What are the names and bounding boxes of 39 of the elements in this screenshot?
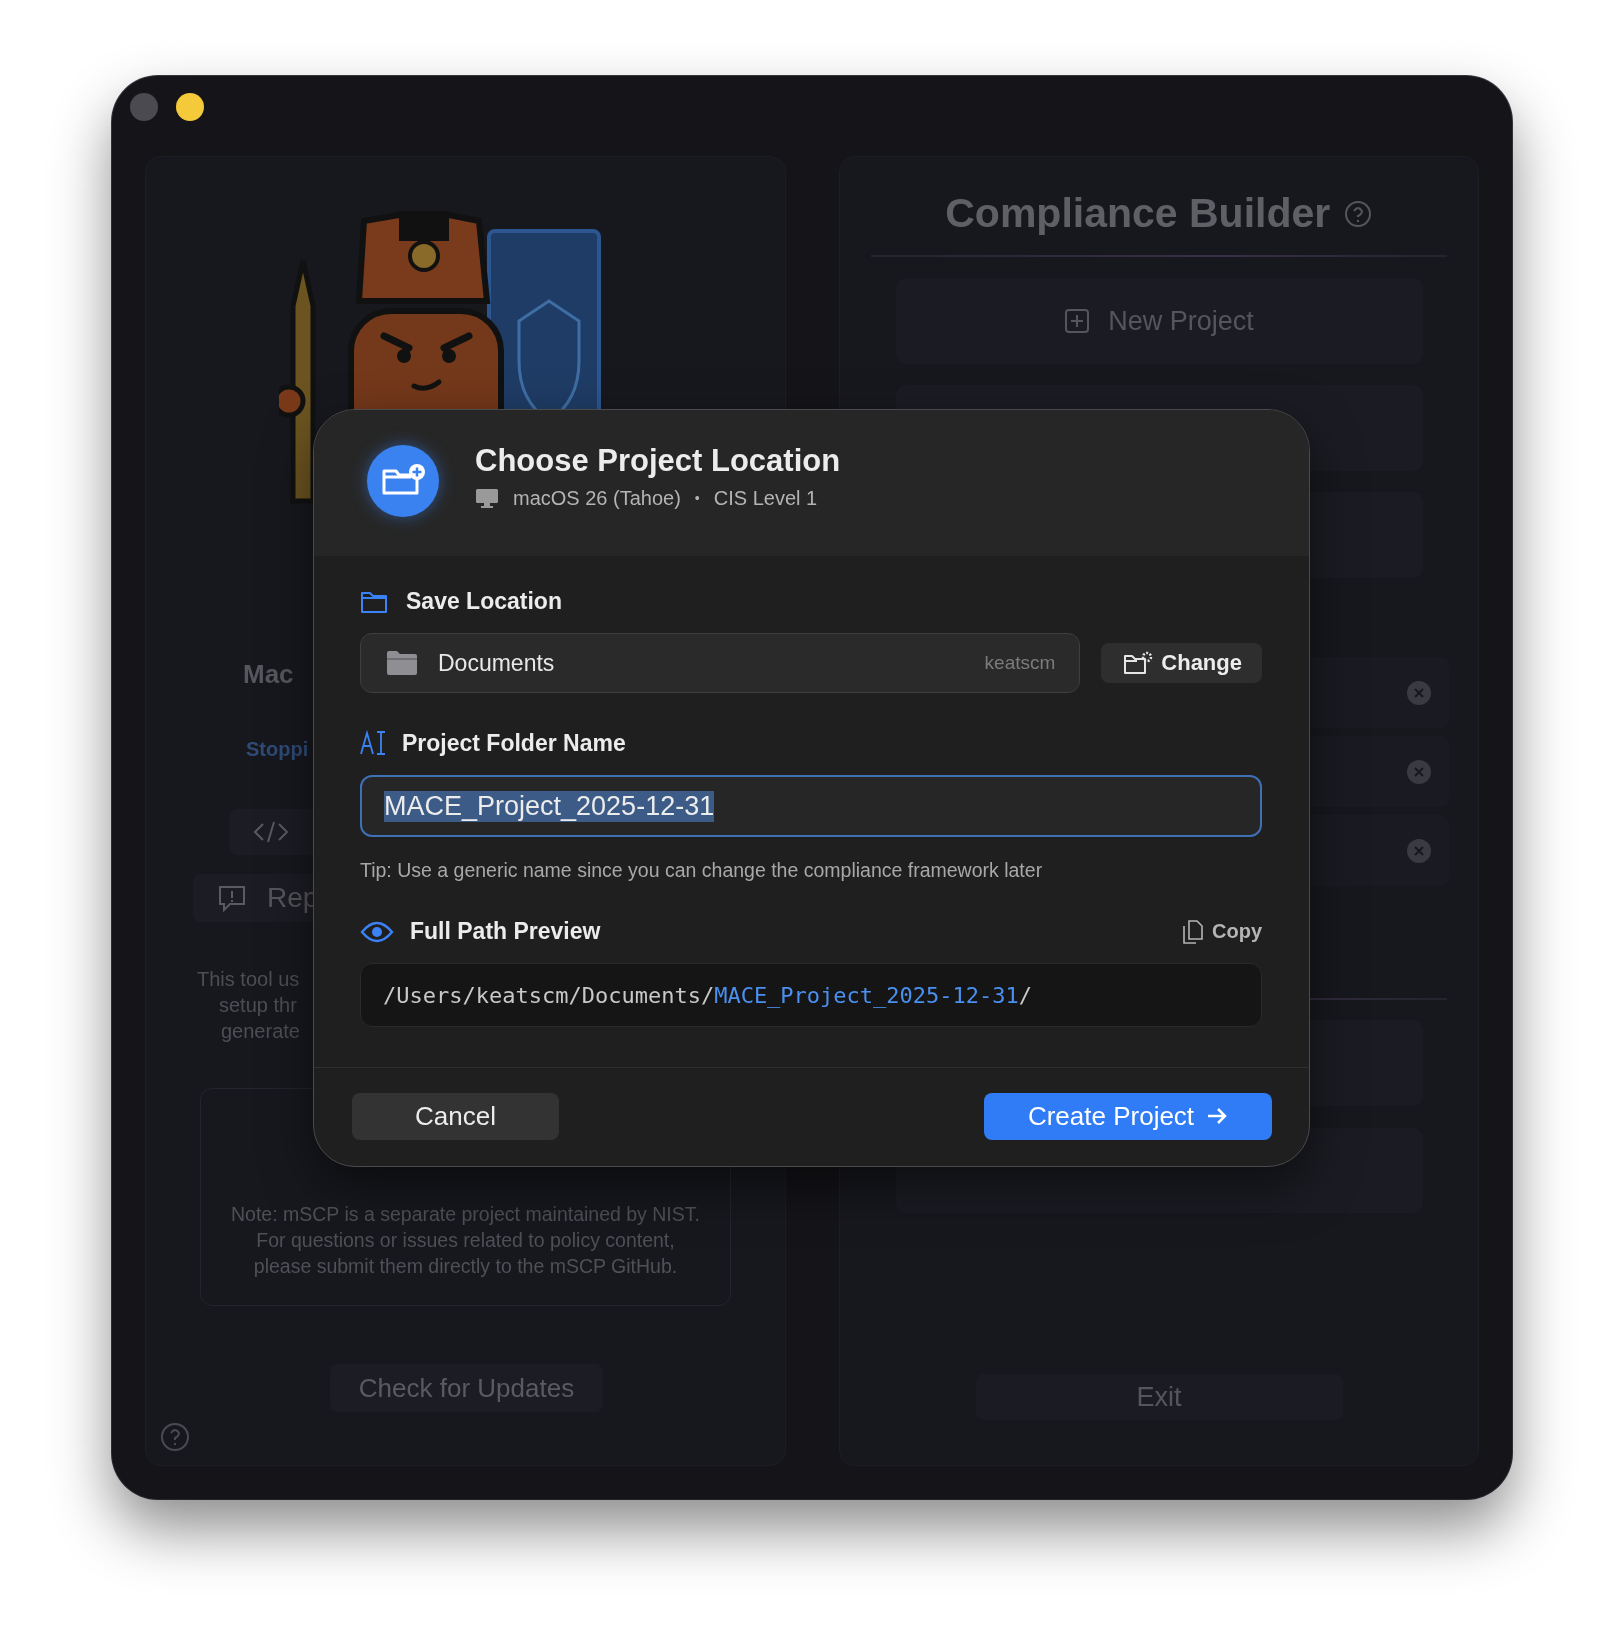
eye-icon [360, 920, 394, 943]
separator-dot: • [694, 490, 700, 506]
cancel-button[interactable]: Cancel [352, 1092, 559, 1140]
exit-button[interactable]: Exit [975, 1374, 1343, 1420]
check-updates-button[interactable]: Check for Updates [330, 1364, 603, 1412]
create-project-button[interactable]: Create Project [984, 1092, 1272, 1140]
speech-bubble-icon [217, 884, 247, 912]
remove-icon[interactable] [1405, 679, 1432, 706]
arrow-right-icon [1206, 1106, 1229, 1126]
help-icon[interactable] [1344, 199, 1373, 228]
platform-text: macOS 26 (Tahoe) [513, 486, 681, 510]
monitor-icon [475, 488, 499, 508]
copy-button[interactable]: Copy [1182, 918, 1262, 945]
window-control-button[interactable] [176, 93, 204, 121]
remove-icon[interactable] [1405, 837, 1432, 864]
panel-title: Compliance Builder [945, 190, 1331, 237]
user-name: keatscm [984, 652, 1056, 674]
app-heading: Mac [243, 659, 294, 690]
help-icon[interactable] [160, 1422, 190, 1452]
folder-name: Documents [438, 649, 556, 677]
change-button[interactable]: Change [1101, 643, 1262, 683]
code-icon [253, 820, 289, 844]
folder-name-field[interactable]: MACE_Project_2025-12-31 [360, 775, 1262, 837]
benchmark-text: CIS Level 1 [713, 486, 818, 510]
folder-plus-icon [365, 443, 441, 519]
remove-icon[interactable] [1405, 758, 1432, 785]
plus-square-icon [1064, 308, 1091, 334]
new-project-button[interactable]: New Project [895, 278, 1423, 364]
text-cursor-icon [360, 729, 386, 757]
copy-icon [1182, 918, 1204, 945]
section-label: Full Path Preview [410, 918, 601, 945]
folder-icon [386, 650, 418, 676]
section-label: Save Location [406, 588, 562, 615]
folder-icon [360, 589, 388, 614]
dialog-title: Choose Project Location [475, 442, 841, 479]
section-label: Project Folder Name [402, 729, 626, 757]
path-preview-text: /Users/keatscm/Documents/MACE_Project_2025-12-31/ [360, 963, 1262, 1027]
folder-gear-icon [1123, 651, 1154, 675]
location-field[interactable]: Documents keatscm [360, 633, 1081, 693]
